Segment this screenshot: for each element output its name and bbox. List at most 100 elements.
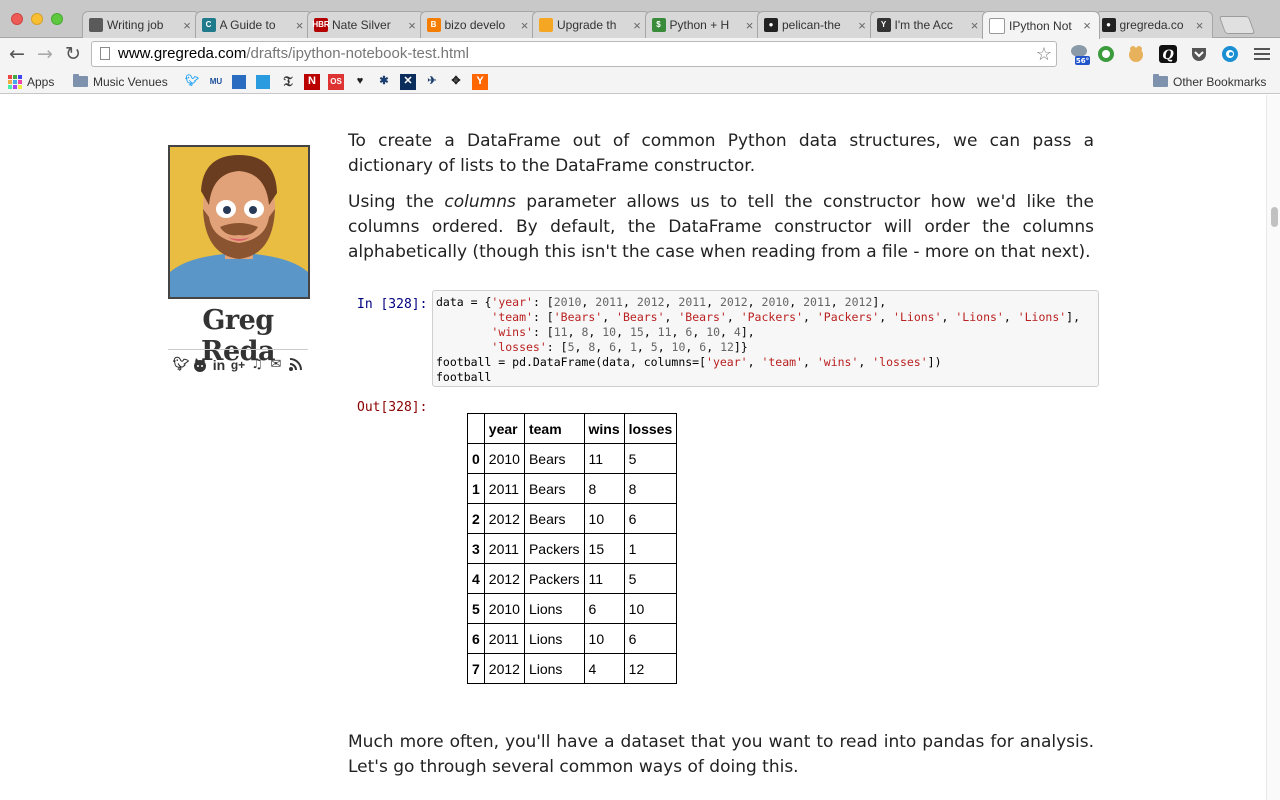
tab-close-icon[interactable]: × xyxy=(744,18,756,33)
tab-close-icon[interactable]: × xyxy=(1194,18,1206,33)
table-cell: Lions xyxy=(523,623,585,654)
browser-tab[interactable]: Upgrade th × xyxy=(532,11,650,38)
person-icon: ✈ xyxy=(427,75,437,87)
address-bar[interactable]: www.gregreda.com/drafts/ipython-notebook… xyxy=(91,41,1057,67)
bookmark-dots[interactable]: ✥ xyxy=(448,73,464,90)
tab-close-icon[interactable]: × xyxy=(519,18,531,33)
bookmark-x[interactable]: ✕ xyxy=(400,73,416,90)
weather-extension-icon[interactable]: 56° xyxy=(1067,44,1091,65)
apps-grid-icon xyxy=(8,74,22,89)
ycombinator-icon: Y xyxy=(472,73,488,90)
bookmark-nyt[interactable]: 𝔗 xyxy=(280,73,296,90)
tab-close-icon[interactable]: × xyxy=(181,18,193,33)
tab-close-icon[interactable]: × xyxy=(406,18,418,33)
bookmark-star-icon[interactable]: ☆ xyxy=(1036,42,1052,66)
tab-title: Nate Silver xyxy=(332,18,391,32)
bookmark-music-label: Music Venues xyxy=(93,74,168,89)
browser-tab[interactable]: Bbizo develo × xyxy=(419,11,538,38)
table-cell: 2011 xyxy=(483,473,525,504)
tab-close-icon[interactable]: × xyxy=(294,18,306,33)
cookie-extension-icon[interactable] xyxy=(1126,44,1146,64)
window-zoom-button[interactable] xyxy=(51,13,63,25)
reload-icon[interactable]: ↻ xyxy=(62,43,84,65)
tab-close-icon[interactable]: × xyxy=(856,18,868,33)
code-text: ], xyxy=(872,295,887,309)
code-number: 2011 xyxy=(803,295,831,309)
bookmark-folder-music-venues[interactable]: Music Venues xyxy=(73,73,168,90)
browser-tab[interactable]: CA Guide to × xyxy=(194,11,313,38)
code-source[interactable]: data = {'year': [2010, 2011, 2012, 2011,… xyxy=(436,295,1098,385)
paragraph-columns-parameter: Using the columns parameter allows us to… xyxy=(348,190,1094,265)
tab-close-icon[interactable]: × xyxy=(631,18,643,33)
code-string: 'team' xyxy=(761,355,803,369)
bookmark-netflix[interactable]: N xyxy=(304,73,320,90)
code-cell[interactable]: data = {'year': [2010, 2011, 2012, 2011,… xyxy=(432,290,1099,387)
blogger-favicon: B xyxy=(426,18,441,32)
browser-tab[interactable]: $ Python + H × xyxy=(644,11,763,38)
code-number: 11 xyxy=(553,325,568,339)
column-header: wins xyxy=(583,413,625,444)
code-text: , xyxy=(879,310,894,324)
bookmark-amex[interactable] xyxy=(232,73,246,90)
bookmark-heart[interactable]: ♥ xyxy=(352,73,368,90)
bookmark-square[interactable] xyxy=(256,73,270,90)
email-icon[interactable]: ✉ xyxy=(269,357,284,372)
code-text: : [ xyxy=(532,325,554,339)
forward-arrow-icon[interactable]: → xyxy=(34,43,56,65)
browser-tab[interactable]: IPython Not × xyxy=(982,11,1100,39)
new-tab-button[interactable] xyxy=(1218,16,1256,34)
browser-tab[interactable]: ● pelican-the × xyxy=(757,11,875,38)
window-close-button[interactable] xyxy=(11,13,23,25)
code-text: , xyxy=(1003,310,1018,324)
table-row: 2 2012 Bears 10 6 xyxy=(467,503,678,534)
output-prompt: Out[328]: xyxy=(357,400,428,415)
table-cell: 10 xyxy=(623,593,678,624)
rss-icon[interactable] xyxy=(288,357,303,372)
browser-tab[interactable]: Writing job × xyxy=(82,11,200,38)
bookmark-ycombinator[interactable]: Y xyxy=(472,73,488,90)
code-text: , xyxy=(602,310,617,324)
window-minimize-button[interactable] xyxy=(31,13,43,25)
table-cell: 4 xyxy=(583,653,625,684)
table-row: 3 2011 Packers 15 1 xyxy=(467,533,678,564)
green-extension-icon[interactable] xyxy=(1096,44,1116,64)
bookmark-folder-other[interactable]: Other Bookmarks xyxy=(1153,73,1266,90)
square-icon xyxy=(256,74,270,89)
page-scrollbar[interactable] xyxy=(1266,95,1280,800)
code-number: 2012 xyxy=(844,295,873,309)
table-cell: 2011 xyxy=(483,533,525,564)
twitter-icon[interactable]: 🐦︎ xyxy=(173,357,190,372)
bookmark-mu[interactable]: MU xyxy=(208,73,224,90)
pocket-extension-icon[interactable] xyxy=(1189,44,1209,64)
paragraph-reading-data: Much more often, you'll have a dataset t… xyxy=(348,732,1094,777)
bookmark-twitter[interactable]: 🐦︎ xyxy=(184,73,200,90)
bookmark-os[interactable]: OS xyxy=(328,73,344,90)
bookmark-apps[interactable]: Apps xyxy=(8,73,54,90)
code-string: 'Packers' xyxy=(816,310,880,324)
browser-tab[interactable]: Y I'm the Acc × xyxy=(869,11,988,38)
scrollbar-thumb[interactable] xyxy=(1271,207,1278,227)
quora-extension-icon[interactable]: Q xyxy=(1158,44,1178,64)
bookmark-person[interactable]: ✈ xyxy=(424,73,440,90)
folder-icon xyxy=(1153,74,1168,87)
chrome-menu-icon[interactable] xyxy=(1252,44,1272,64)
page-icon xyxy=(100,47,110,60)
bookmark-figure[interactable]: ✱ xyxy=(376,73,392,90)
code-text: , xyxy=(616,325,630,339)
tab-close-icon[interactable]: × xyxy=(1081,18,1093,33)
tab-close-icon[interactable]: × xyxy=(969,18,981,33)
blue-circle-extension-icon[interactable] xyxy=(1220,44,1240,64)
browser-tab[interactable]: ● gregreda.co × xyxy=(1094,11,1213,38)
table-cell: 12 xyxy=(623,653,678,684)
c-favicon: C xyxy=(201,18,216,32)
browser-tab[interactable]: HBR Nate Silver × xyxy=(307,11,425,38)
music-icon[interactable]: ♫ xyxy=(250,357,265,372)
row-index: 1 xyxy=(467,473,485,504)
code-number: 5 xyxy=(567,340,575,354)
googleplus-icon[interactable]: g+ xyxy=(231,357,246,372)
table-cell: Lions xyxy=(523,653,585,684)
linkedin-icon[interactable]: in xyxy=(212,357,227,372)
code-number: 2012 xyxy=(719,295,748,309)
back-arrow-icon[interactable]: ← xyxy=(6,43,28,65)
github-icon[interactable] xyxy=(193,357,208,372)
